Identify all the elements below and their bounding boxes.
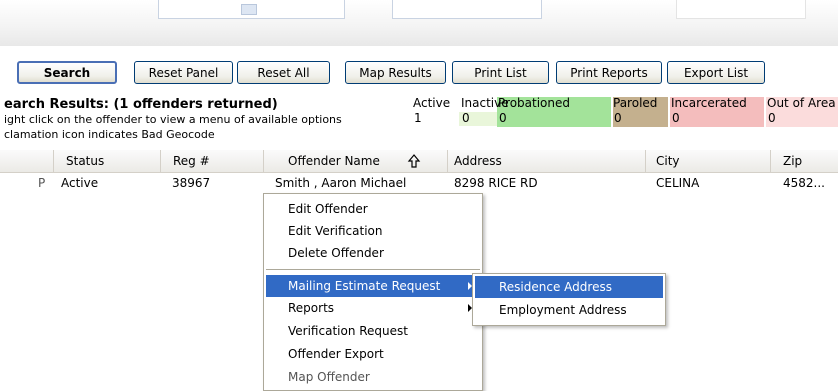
menu-item-label: Mailing Estimate Request xyxy=(288,279,441,293)
status-label: Incarcerated xyxy=(671,96,747,110)
submenu-item-employment-address[interactable]: Employment Address xyxy=(475,299,663,321)
results-title: earch Results: (1 offenders returned) xyxy=(4,97,278,112)
status-label: Probationed xyxy=(498,96,570,110)
top-field-right[interactable] xyxy=(676,0,806,19)
row-city: CELINA xyxy=(656,176,700,190)
context-menu: Edit Offender Edit Verification Delete O… xyxy=(263,193,483,391)
column-header-zip[interactable]: Zip xyxy=(771,150,838,172)
print-reports-button[interactable]: Print Reports xyxy=(556,61,662,84)
grid-header: Status Reg # Offender Name Address City … xyxy=(0,150,838,173)
top-field-middle[interactable] xyxy=(392,0,542,19)
status-count: 0 xyxy=(672,111,680,125)
print-list-button[interactable]: Print List xyxy=(452,61,549,84)
column-header-offender-name[interactable]: Offender Name xyxy=(264,150,448,172)
status-label: Paroled xyxy=(613,96,658,110)
table-row[interactable]: P Active 38967 Smith , Aaron Michael 829… xyxy=(0,173,838,194)
reset-all-button[interactable]: Reset All xyxy=(237,61,330,84)
column-header-status[interactable]: Status xyxy=(54,150,161,172)
status-label: Out of Area xyxy=(767,96,836,110)
submenu-mailing-estimate: Residence Address Employment Address xyxy=(472,273,666,326)
status-count: 0 xyxy=(614,111,622,125)
menu-separator xyxy=(266,269,480,270)
row-zip: 4582... xyxy=(783,176,825,190)
sort-up-arrow-icon xyxy=(407,154,421,168)
menu-item-edit-offender[interactable]: Edit Offender xyxy=(266,198,480,220)
menu-item-map-offender[interactable]: Map Offender xyxy=(266,366,480,388)
status-active: Active 1 xyxy=(413,96,450,125)
row-address: 8298 RICE RD xyxy=(454,176,538,190)
menu-item-offender-export[interactable]: Offender Export xyxy=(266,343,480,365)
status-count: 0 xyxy=(499,111,507,125)
status-probationed: Probationed 0 xyxy=(498,96,570,125)
menu-item-mailing-estimate-request[interactable]: Mailing Estimate Request xyxy=(266,275,480,297)
top-form-area xyxy=(0,0,838,47)
menu-item-verification-request[interactable]: Verification Request xyxy=(266,320,480,342)
status-label: Active xyxy=(413,96,451,110)
menu-item-delete-offender[interactable]: Delete Offender xyxy=(266,242,480,264)
submenu-item-residence-address[interactable]: Residence Address xyxy=(475,276,663,298)
status-paroled: Paroled 0 xyxy=(613,96,657,125)
row-name: Smith , Aaron Michael xyxy=(275,176,407,190)
status-incarcerated: Incarcerated 0 xyxy=(671,96,747,125)
row-status: Active xyxy=(61,176,99,190)
hint-right-click: ight click on the offender to view a men… xyxy=(4,113,342,126)
scroll-indicator[interactable] xyxy=(241,4,257,15)
hint-exclamation: clamation icon indicates Bad Geocode xyxy=(4,128,215,141)
column-header-city[interactable]: City xyxy=(646,150,771,172)
search-button[interactable]: Search xyxy=(17,61,117,84)
status-count: 0 xyxy=(768,111,776,125)
column-header-flag[interactable] xyxy=(0,150,54,172)
map-results-button[interactable]: Map Results xyxy=(345,61,446,84)
row-reg: 38967 xyxy=(172,176,211,190)
status-out-of-area: Out of Area 0 xyxy=(767,96,836,125)
column-header-address[interactable]: Address xyxy=(448,150,646,172)
column-header-reg[interactable]: Reg # xyxy=(161,150,264,172)
column-header-label: Offender Name xyxy=(288,154,380,168)
menu-item-label: Reports xyxy=(288,301,335,315)
row-flag: P xyxy=(38,176,46,190)
status-count: 1 xyxy=(414,111,422,125)
menu-item-reports[interactable]: Reports xyxy=(266,297,480,319)
menu-item-edit-verification[interactable]: Edit Verification xyxy=(266,220,480,242)
top-field-left[interactable] xyxy=(158,0,345,19)
export-list-button[interactable]: Export List xyxy=(667,61,765,84)
reset-panel-button[interactable]: Reset Panel xyxy=(134,61,233,84)
